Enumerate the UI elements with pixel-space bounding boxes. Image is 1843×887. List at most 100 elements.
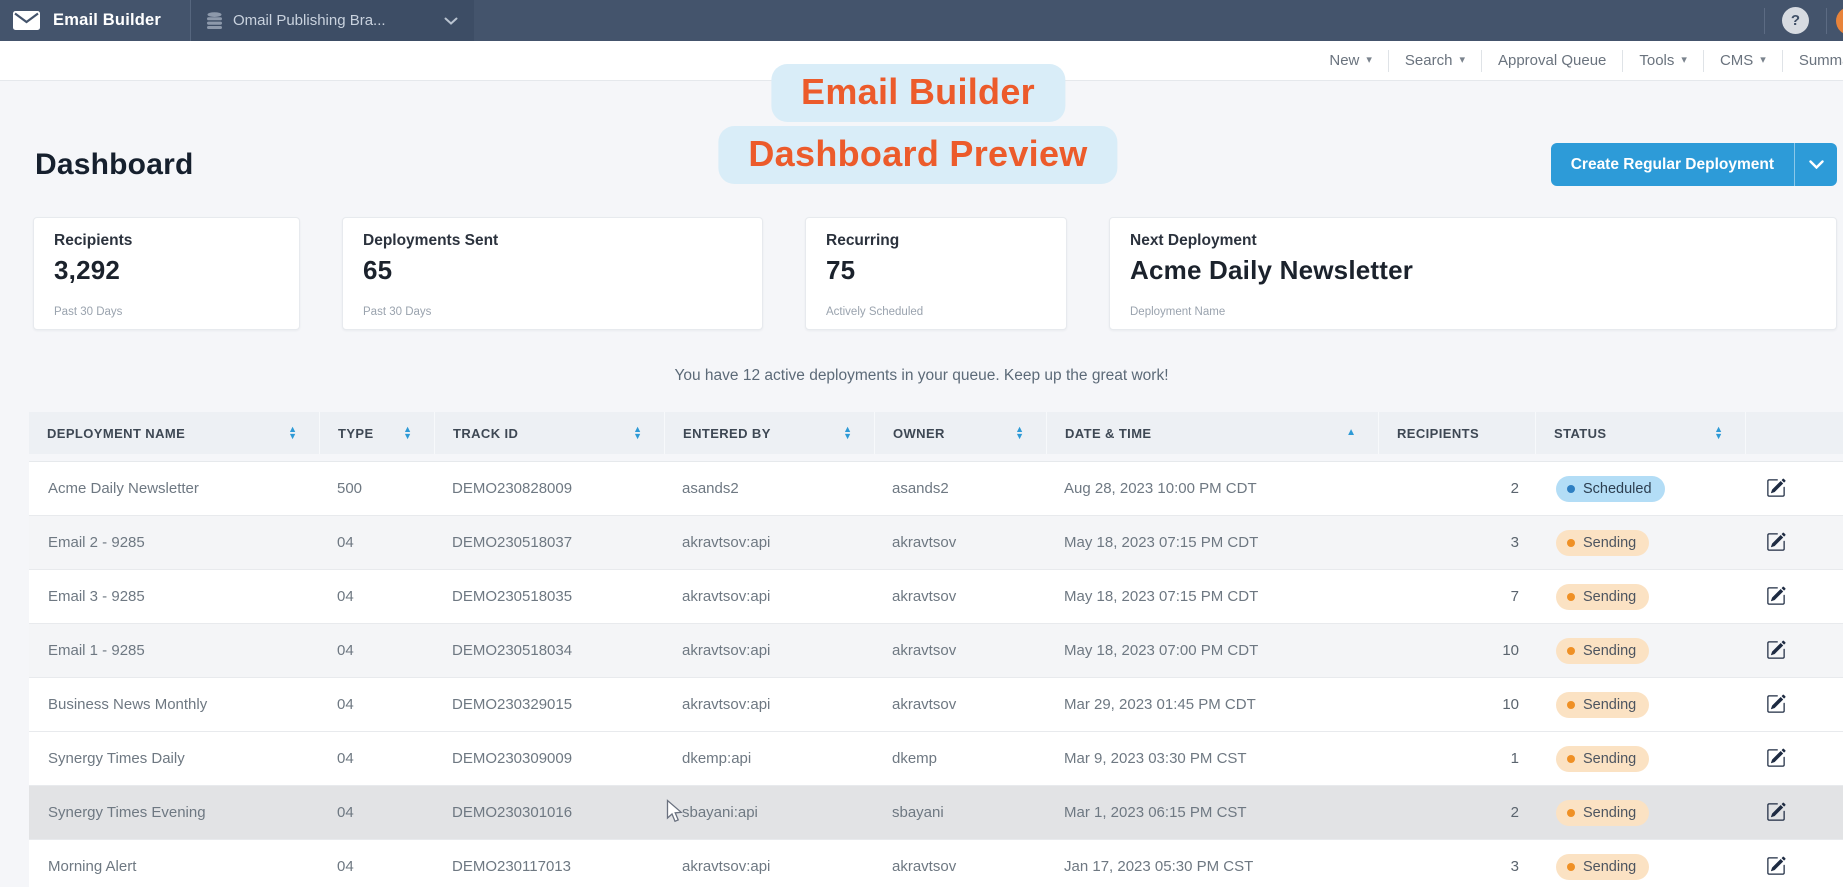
column-header-track-id[interactable]: TRACK ID ▲▼ [434,412,664,454]
sort-icon[interactable]: ▲▼ [843,426,852,440]
envelope-icon [13,11,40,30]
column-header-recipients[interactable]: RECIPIENTS [1378,412,1535,454]
status-label: Scheduled [1583,481,1652,497]
stat-caption: Past 30 Days [363,306,742,318]
cell-track-id: DEMO230518037 [434,534,664,551]
status-badge: Sending [1556,584,1649,610]
edit-pencil-icon [1766,748,1786,768]
cell-actions [1745,746,1843,772]
cell-deployment-name: Business News Monthly [29,696,319,713]
cell-recipients: 1 [1378,750,1535,767]
edit-deployment-button[interactable] [1764,746,1788,770]
sort-icon[interactable]: ▲▼ [1015,426,1024,440]
sort-ascending-icon[interactable]: ▲ [1346,428,1356,438]
cell-track-id: DEMO230329015 [434,696,664,713]
table-row[interactable]: Morning Alert 04 DEMO230117013 akravtsov… [29,840,1843,887]
create-button-dropdown[interactable] [1794,143,1837,186]
sort-icon[interactable]: ▲▼ [633,426,642,440]
status-dot-icon [1567,539,1575,547]
edit-pencil-icon [1766,802,1786,822]
column-header-type[interactable]: TYPE ▲▼ [319,412,434,454]
sort-icon[interactable]: ▲▼ [403,426,412,440]
column-header-owner[interactable]: OWNER ▲▼ [874,412,1046,454]
cell-deployment-name: Synergy Times Daily [29,750,319,767]
menu-item-search[interactable]: Search ▾ [1388,50,1481,72]
stat-title: Recipients [54,232,279,250]
create-regular-deployment-button[interactable]: Create Regular Deployment [1551,143,1837,186]
cell-owner: akravtsov [874,642,1046,659]
status-badge: Sending [1556,746,1649,772]
chevron-down-icon: ▾ [1366,55,1372,66]
workspace-selector[interactable]: Omail Publishing Bra... [190,0,474,41]
sort-icon[interactable]: ▲▼ [288,426,297,440]
page-header: Dashboard Create Regular Deployment [35,143,1837,186]
cell-owner: akravtsov [874,858,1046,875]
edit-pencil-icon [1766,694,1786,714]
cell-recipients: 2 [1378,480,1535,497]
sort-icon[interactable]: ▲▼ [1714,426,1723,440]
stat-card-recurring: Recurring 75 Actively Scheduled [805,217,1067,330]
cell-type: 04 [319,858,434,875]
cell-entered-by: akravtsov:api [664,696,874,713]
cell-recipients: 3 [1378,534,1535,551]
cell-type: 04 [319,750,434,767]
cell-entered-by: asands2 [664,480,874,497]
table-body: Acme Daily Newsletter 500 DEMO230828009 … [29,461,1843,887]
cell-date-time: May 18, 2023 07:15 PM CDT [1046,534,1378,551]
create-button-label[interactable]: Create Regular Deployment [1551,143,1794,186]
cell-owner: akravtsov [874,588,1046,605]
cell-status: Sending [1535,530,1745,556]
deployments-table: DEPLOYMENT NAME ▲▼ TYPE ▲▼ TRACK ID ▲▼ E… [29,412,1843,887]
cell-owner: sbayani [874,804,1046,821]
column-header-status[interactable]: STATUS ▲▼ [1535,412,1745,454]
topbar-right: ? [1764,7,1843,35]
menu-item-tools[interactable]: Tools ▾ [1622,50,1703,72]
table-row[interactable]: Email 2 - 9285 04 DEMO230518037 akravtso… [29,516,1843,570]
edit-deployment-button[interactable] [1764,476,1788,500]
chevron-down-icon: ▾ [1681,55,1687,66]
table-row[interactable]: Synergy Times Daily 04 DEMO230309009 dke… [29,732,1843,786]
stat-cards: Recipients 3,292 Past 30 Days Deployment… [33,217,1837,330]
edit-pencil-icon [1766,478,1786,498]
cell-track-id: DEMO230518034 [434,642,664,659]
edit-deployment-button[interactable] [1764,854,1788,878]
table-row[interactable]: Synergy Times Evening 04 DEMO230301016 s… [29,786,1843,840]
cell-owner: akravtsov [874,534,1046,551]
table-row[interactable]: Email 1 - 9285 04 DEMO230518034 akravtso… [29,624,1843,678]
menu-label: CMS [1720,52,1753,69]
avatar[interactable] [1836,7,1843,35]
table-row[interactable]: Email 3 - 9285 04 DEMO230518035 akravtso… [29,570,1843,624]
divider [1826,8,1827,34]
status-dot-icon [1567,701,1575,709]
cell-date-time: May 18, 2023 07:15 PM CDT [1046,588,1378,605]
edit-pencil-icon [1766,586,1786,606]
edit-pencil-icon [1766,640,1786,660]
menu-item-cms[interactable]: CMS ▾ [1703,50,1782,72]
table-row[interactable]: Acme Daily Newsletter 500 DEMO230828009 … [29,462,1843,516]
column-header-deployment-name[interactable]: DEPLOYMENT NAME ▲▼ [29,412,319,454]
cell-deployment-name: Acme Daily Newsletter [29,480,319,497]
column-header-date-time[interactable]: DATE & TIME ▲ [1046,412,1378,454]
stat-value: Acme Daily Newsletter [1130,255,1816,286]
status-label: Sending [1583,751,1636,767]
column-header-entered-by[interactable]: ENTERED BY ▲▼ [664,412,874,454]
cell-type: 500 [319,480,434,497]
cell-track-id: DEMO230117013 [434,858,664,875]
table-row[interactable]: Business News Monthly 04 DEMO230329015 a… [29,678,1843,732]
edit-deployment-button[interactable] [1764,530,1788,554]
edit-deployment-button[interactable] [1764,800,1788,824]
edit-deployment-button[interactable] [1764,692,1788,716]
menu-item-new[interactable]: New ▾ [1313,50,1388,72]
help-button[interactable]: ? [1782,7,1809,34]
cell-owner: dkemp [874,750,1046,767]
menu-item-approval-queue[interactable]: Approval Queue [1481,50,1622,72]
edit-deployment-button[interactable] [1764,638,1788,662]
edit-deployment-button[interactable] [1764,584,1788,608]
status-badge: Sending [1556,692,1649,718]
cell-recipients: 10 [1378,642,1535,659]
cell-deployment-name: Email 1 - 9285 [29,642,319,659]
menu-item-summary[interactable]: Summary [1782,50,1843,72]
top-app-bar: Email Builder Omail Publishing Bra... ? [0,0,1843,41]
menu-label: Tools [1639,52,1674,69]
cell-entered-by: dkemp:api [664,750,874,767]
